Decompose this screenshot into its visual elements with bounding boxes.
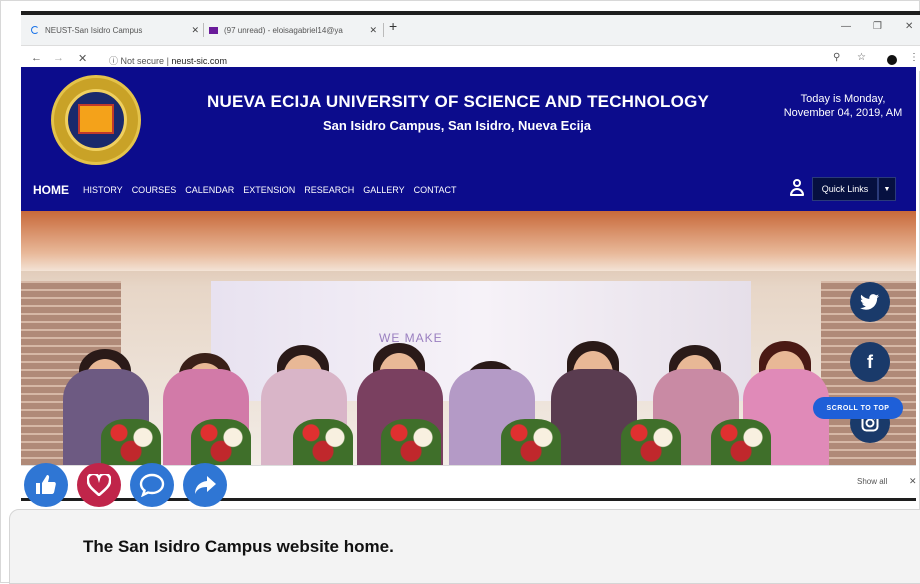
browser-chrome: NEUST-San Isidro Campus ✕ (97 unread) - … <box>21 11 920 71</box>
tab-mail[interactable]: (97 unread) - eloisagabriel14@ya ✕ <box>209 20 379 40</box>
nav-courses[interactable]: COURSES <box>132 185 177 195</box>
heart-icon <box>87 474 111 496</box>
seal-emblem <box>78 104 114 134</box>
flower-bouquet <box>101 419 161 465</box>
tab-separator <box>203 23 204 37</box>
like-button[interactable] <box>24 463 68 507</box>
nav-calendar[interactable]: CALENDAR <box>185 185 234 195</box>
flower-bouquet <box>711 419 771 465</box>
today-date: Today is Monday, November 04, 2019, AM <box>783 93 903 119</box>
facebook-icon[interactable]: f <box>850 342 890 382</box>
comment-icon <box>139 473 165 497</box>
like-icon <box>36 475 56 494</box>
loading-icon <box>31 26 39 34</box>
university-title: NUEVA ECIJA UNIVERSITY OF SCIENCE AND TE… <box>207 92 710 111</box>
tab-strip: NEUST-San Isidro Campus ✕ (97 unread) - … <box>21 15 920 43</box>
bookmark-star-icon[interactable]: ☆ <box>857 52 866 63</box>
forward-icon[interactable]: → <box>53 52 64 64</box>
info-icon: ⓘ <box>109 56 119 66</box>
caption-card: The San Isidro Campus website home. <box>9 509 920 584</box>
back-icon[interactable]: ← <box>31 52 42 64</box>
zoom-icon[interactable]: ⚲ <box>833 52 840 63</box>
tab-neust[interactable]: NEUST-San Isidro Campus ✕ <box>31 20 201 40</box>
scroll-to-top-button[interactable]: SCROLL TO TOP <box>813 397 903 419</box>
nav-research[interactable]: RESEARCH <box>304 185 354 195</box>
share-icon <box>195 476 216 494</box>
tab-title: NEUST-San Isidro Campus <box>45 25 143 35</box>
image-caption: The San Isidro Campus website home. <box>83 537 394 556</box>
kebab-menu-icon[interactable]: ⋮ <box>909 52 919 63</box>
mail-icon <box>209 26 218 34</box>
close-tab-icon[interactable]: ✕ <box>191 25 199 36</box>
flower-bouquet <box>293 419 353 465</box>
love-button[interactable] <box>77 463 121 507</box>
user-icon[interactable] <box>789 179 805 197</box>
window-close-icon[interactable]: ✕ <box>905 21 913 32</box>
restore-icon[interactable]: ❐ <box>873 21 882 32</box>
close-download-bar-icon[interactable]: ✕ <box>909 476 917 487</box>
flower-bouquet <box>191 419 251 465</box>
quick-links-button[interactable]: Quick Links <box>812 177 878 201</box>
twitter-icon[interactable] <box>850 282 890 322</box>
main-nav: HOME HISTORY COURSES CALENDAR EXTENSION … <box>33 183 465 197</box>
tab-separator <box>383 23 384 37</box>
flower-bouquet <box>501 419 561 465</box>
university-seal-logo[interactable] <box>51 75 141 165</box>
nav-contact[interactable]: CONTACT <box>414 185 457 195</box>
screenshot-frame: NEUST-San Isidro Campus ✕ (97 unread) - … <box>0 0 920 584</box>
url-text: neust-sic.com <box>171 56 227 66</box>
share-button[interactable] <box>183 463 227 507</box>
stop-icon[interactable]: ✕ <box>78 52 87 65</box>
nav-home[interactable]: HOME <box>33 183 69 197</box>
tab-title: (97 unread) - eloisagabriel14@ya <box>224 25 343 35</box>
minimize-icon[interactable]: — <box>841 21 851 32</box>
hero-photo: WE MAKE <box>21 211 916 465</box>
comment-button[interactable] <box>130 463 174 507</box>
nav-extension[interactable]: EXTENSION <box>243 185 295 195</box>
nav-gallery[interactable]: GALLERY <box>363 185 404 195</box>
security-label: Not secure <box>120 56 165 66</box>
profile-avatar[interactable] <box>887 55 897 65</box>
close-tab-icon[interactable]: ✕ <box>369 25 377 36</box>
url-field[interactable]: ⓘ Not secure | neust-sic.com <box>109 54 227 67</box>
show-all-link[interactable]: Show all <box>857 477 887 486</box>
flower-bouquet <box>381 419 441 465</box>
site-header: NUEVA ECIJA UNIVERSITY OF SCIENCE AND TE… <box>21 67 916 211</box>
flower-bouquet <box>621 419 681 465</box>
hero-ceiling <box>21 211 916 271</box>
nav-history[interactable]: HISTORY <box>83 185 123 195</box>
campus-subtitle: San Isidro Campus, San Isidro, Nueva Eci… <box>323 118 592 133</box>
quick-links-caret-icon[interactable]: ▼ <box>878 177 896 201</box>
seal-inner-ring <box>65 89 127 151</box>
new-tab-button[interactable]: + <box>389 18 397 34</box>
